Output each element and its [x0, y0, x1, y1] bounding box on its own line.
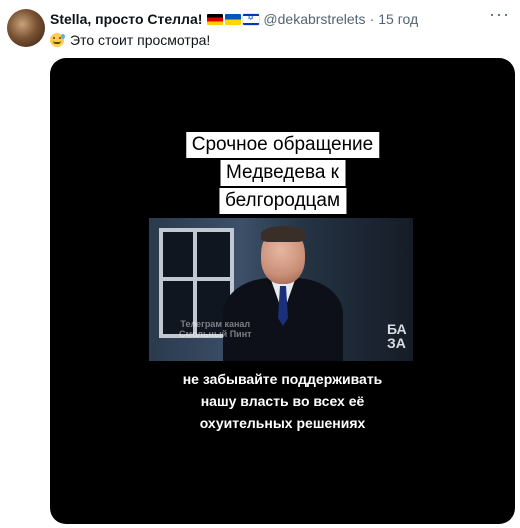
- post-time[interactable]: 15 год: [378, 11, 418, 27]
- post-text: Это стоит просмотра!: [50, 32, 210, 48]
- caption-line: белгородцам: [218, 188, 347, 214]
- hair: [261, 226, 305, 242]
- flag-israel-icon: [243, 13, 260, 25]
- logo-line: ЗА: [387, 335, 406, 351]
- watermark-line: Телеграм канал: [180, 319, 251, 329]
- baza-logo: БА ЗА: [387, 322, 407, 350]
- avatar[interactable]: [7, 9, 45, 47]
- sweat-smile-emoji-icon: [50, 33, 65, 47]
- author-name[interactable]: Stella, просто Стелла!: [50, 11, 202, 27]
- author-handle[interactable]: @dekabrstrelets: [263, 11, 365, 27]
- flag-ukraine-icon: [225, 13, 242, 25]
- speaker-figure: [223, 226, 343, 361]
- more-options-button[interactable]: ···: [489, 4, 510, 25]
- post-header: Stella, просто Стелла! @dekabrstrelets ·…: [50, 11, 418, 27]
- subtitle-line: нашу власть во всех её: [200, 393, 365, 409]
- video-still: Телеграм канал Смольный Пинт БА ЗА: [149, 218, 413, 361]
- subtitle-line: охуительных решениях: [199, 415, 366, 431]
- video-player[interactable]: Срочное обращение Медведева к белгородца…: [50, 58, 515, 524]
- separator: ·: [369, 11, 375, 27]
- caption-line: Срочное обращение: [185, 132, 380, 158]
- flag-germany-icon: [207, 13, 224, 25]
- subtitle-line: не забывайте поддерживать: [182, 371, 383, 387]
- caption-line: Медведева к: [220, 160, 345, 186]
- flag-emojis: [207, 13, 260, 25]
- watermark-line: Смольный Пинт: [179, 329, 252, 339]
- channel-watermark: Телеграм канал Смольный Пинт: [179, 319, 252, 339]
- logo-line: БА: [387, 321, 407, 337]
- post-text-content: Это стоит просмотра!: [70, 32, 211, 48]
